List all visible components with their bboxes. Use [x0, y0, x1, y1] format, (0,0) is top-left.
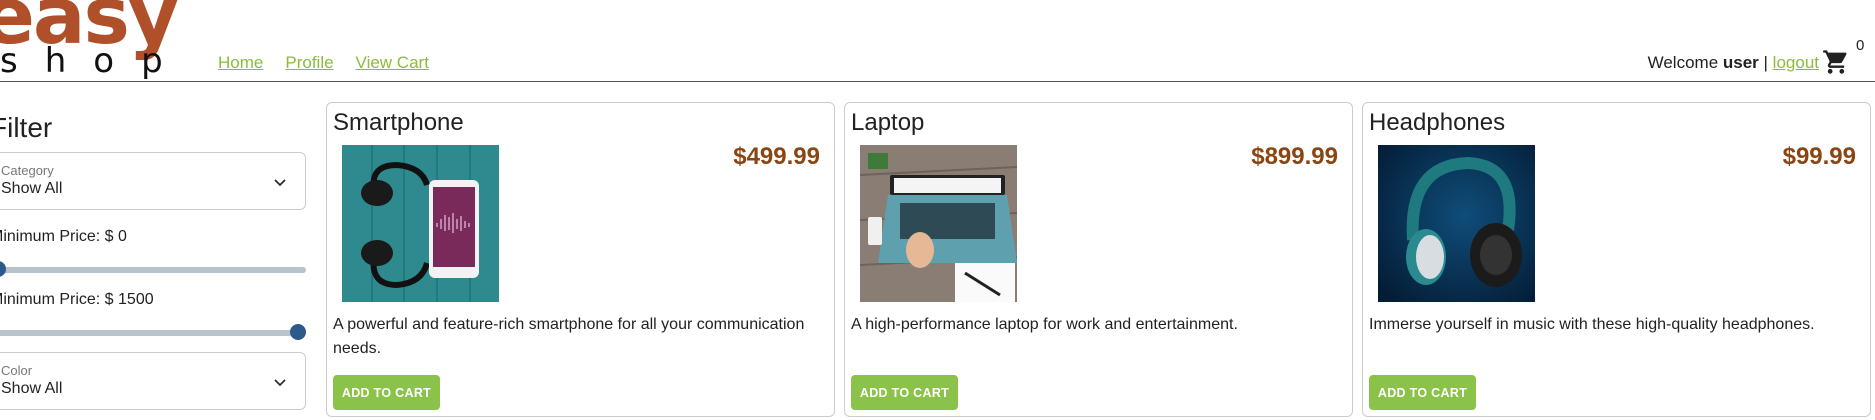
nav-home-link[interactable]: Home	[218, 53, 263, 73]
shopping-cart-icon[interactable]	[1821, 48, 1851, 76]
logo-wordmark-bottom: shop	[0, 41, 190, 81]
color-value: Show All	[1, 380, 63, 397]
add-to-cart-button[interactable]: Add to Cart	[851, 375, 958, 410]
category-label: Category	[1, 163, 54, 178]
separator: |	[1758, 53, 1773, 72]
user-greeting: Welcome user | logout	[1648, 53, 1819, 73]
product-description: A powerful and feature-rich smartphone f…	[333, 316, 805, 357]
max-price-label: Minimum Price: $ 1500	[0, 291, 154, 308]
chevron-down-icon	[274, 379, 286, 387]
product-name: Headphones	[1369, 109, 1506, 136]
category-value: Show All	[1, 180, 63, 197]
product-description: A high-performance laptop for work and e…	[851, 316, 1238, 333]
product-price: $99.99	[1782, 143, 1856, 170]
product-card-smartphone: Smartphone $499.99 A powerful and featur…	[326, 102, 835, 417]
product-name: Smartphone	[333, 109, 464, 136]
product-price: $899.99	[1251, 143, 1338, 170]
smartphone-product-image[interactable]	[342, 145, 499, 302]
nav-profile-link[interactable]: Profile	[285, 53, 333, 73]
main-nav: Home Profile View Cart	[218, 53, 429, 73]
easyshop-logo[interactable]: easy shop	[0, 0, 202, 82]
color-select[interactable]: Color Show All	[0, 352, 306, 410]
add-to-cart-button[interactable]: Add to Cart	[333, 375, 440, 410]
cart-count-badge: 0	[1856, 37, 1865, 54]
min-price-slider[interactable]	[0, 261, 306, 277]
nav-view-cart-link[interactable]: View Cart	[356, 53, 429, 73]
headphones-product-image[interactable]	[1378, 145, 1535, 302]
username: user	[1722, 53, 1759, 72]
site-header: easy shop Home Profile View Cart Welcome…	[0, 0, 1875, 82]
welcome-text: Welcome	[1647, 53, 1723, 72]
min-price-label: Minimum Price: $ 0	[0, 228, 127, 245]
product-card-headphones: Headphones $99.99 Immerse yourself in mu…	[1362, 102, 1871, 417]
color-label: Color	[1, 363, 33, 378]
product-card-laptop: Laptop $899.99 A high-performance laptop…	[844, 102, 1353, 417]
max-price-slider[interactable]	[0, 324, 306, 340]
laptop-product-image[interactable]	[860, 145, 1017, 302]
filter-title: Filter	[0, 112, 53, 143]
min-price-slider-thumb[interactable]	[0, 261, 6, 277]
category-select[interactable]: Category Show All	[0, 152, 306, 210]
max-price-slider-thumb[interactable]	[290, 324, 306, 340]
add-to-cart-button[interactable]: Add to Cart	[1369, 375, 1476, 410]
product-name: Laptop	[851, 109, 925, 136]
product-description: Immerse yourself in music with these hig…	[1369, 316, 1815, 333]
product-price: $499.99	[733, 143, 820, 170]
chevron-down-icon	[274, 179, 286, 187]
filter-panel: Filter Category Show All Minimum Price: …	[0, 100, 308, 410]
logout-link[interactable]: logout	[1773, 53, 1819, 72]
